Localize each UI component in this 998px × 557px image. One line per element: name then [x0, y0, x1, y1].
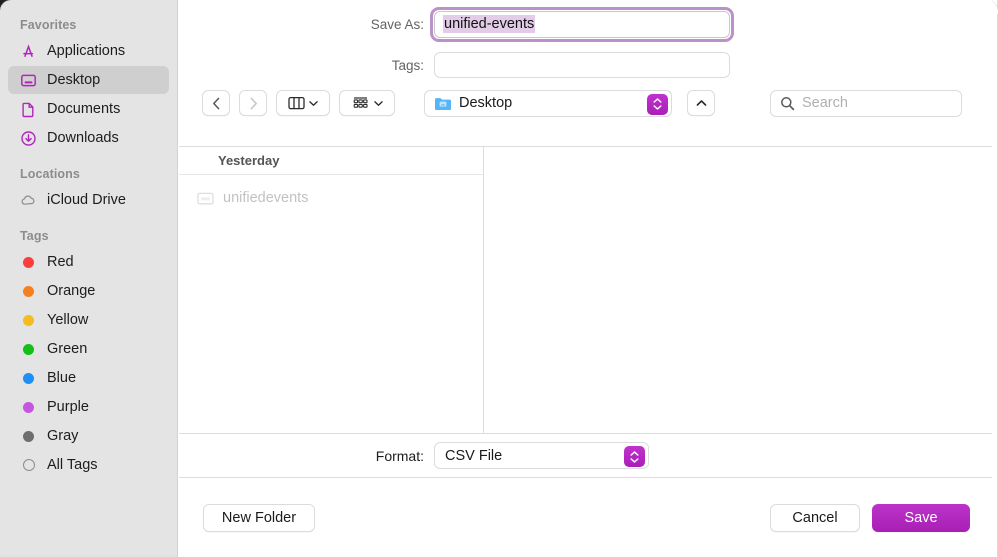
tags-input[interactable]	[434, 52, 730, 78]
sidebar-item-label: Red	[47, 254, 74, 270]
new-folder-button[interactable]: New Folder	[203, 503, 315, 532]
column-view-icon	[288, 96, 305, 110]
tag-dot-icon	[20, 428, 37, 445]
location-popup-button[interactable]: Desktop	[424, 89, 672, 117]
sidebar-item-label: Orange	[47, 283, 96, 299]
sidebar-item-tag-yellow[interactable]: Yellow	[8, 306, 169, 334]
downloads-icon	[20, 130, 37, 147]
save-as-row: Save As: unified-events	[179, 6, 992, 42]
chevron-left-icon	[212, 97, 219, 109]
browser-column-preview[interactable]	[484, 147, 992, 433]
sidebar-item-tag-red[interactable]: Red	[8, 248, 169, 276]
chevron-down-icon	[309, 100, 318, 106]
sidebar-item-label: Downloads	[47, 130, 119, 146]
group-header: Yesterday	[179, 147, 483, 175]
sidebar-corner	[0, 0, 12, 12]
sidebar-item-tag-gray[interactable]: Gray	[8, 422, 169, 450]
sidebar-header-tags: Tags	[20, 229, 49, 243]
format-popup-button[interactable]: CSV File	[434, 442, 649, 469]
tag-dot-icon	[20, 312, 37, 329]
sidebar-header-favorites: Favorites	[20, 18, 77, 32]
icloud-drive-icon	[20, 192, 37, 209]
tag-dot-icon	[20, 370, 37, 387]
sidebar-item-all-tags[interactable]: All Tags	[8, 451, 169, 479]
sidebar-item-documents[interactable]: Documents	[8, 95, 169, 123]
sidebar-item-label: Documents	[47, 101, 121, 117]
save-as-field-wrap: unified-events	[430, 6, 734, 42]
sidebar-item-label: Desktop	[47, 72, 101, 88]
documents-icon	[20, 101, 37, 118]
forward-button[interactable]	[239, 90, 267, 116]
chevron-down-icon	[373, 100, 383, 106]
desktop-icon	[20, 72, 37, 89]
save-button[interactable]: Save	[872, 503, 970, 532]
search-icon	[781, 96, 795, 110]
sidebar: Favorites Applications Desktop Documents	[0, 0, 178, 557]
tag-dot-icon	[20, 254, 37, 271]
dialog-action-bar: New Folder Cancel Save	[179, 478, 992, 557]
tag-dot-icon	[20, 399, 37, 416]
chevron-up-icon	[696, 100, 706, 106]
sidebar-item-label: iCloud Drive	[47, 192, 126, 208]
save-as-input[interactable]: unified-events	[434, 10, 730, 38]
file-browser: Yesterday unifiedevents	[179, 146, 992, 434]
sidebar-item-downloads[interactable]: Downloads	[8, 124, 169, 152]
search-field[interactable]: Search	[770, 89, 962, 117]
sidebar-item-label: Applications	[47, 43, 126, 59]
sidebar-item-label: Yellow	[47, 312, 89, 328]
save-dialog-window: Favorites Applications Desktop Documents	[0, 0, 998, 557]
sidebar-item-label: Green	[47, 341, 88, 357]
format-row: Format: CSV File	[179, 434, 992, 478]
sidebar-item-label: Blue	[47, 370, 77, 386]
format-value: CSV File	[445, 447, 503, 464]
group-by-button[interactable]	[339, 90, 395, 116]
location-label: Desktop	[459, 95, 513, 111]
sidebar-item-label: All Tags	[47, 457, 98, 473]
sidebar-item-tag-purple[interactable]: Purple	[8, 393, 169, 421]
file-name: unifiedevents	[223, 190, 309, 206]
sidebar-item-icloud-drive[interactable]: iCloud Drive	[8, 186, 169, 214]
all-tags-icon	[20, 457, 37, 474]
sidebar-item-tag-blue[interactable]: Blue	[8, 364, 169, 392]
applications-icon	[20, 43, 37, 60]
search-placeholder: Search	[802, 95, 848, 111]
tags-row: Tags:	[179, 49, 992, 81]
desktop-folder-icon	[435, 97, 451, 110]
sidebar-item-label: Purple	[47, 399, 89, 415]
sidebar-item-label: Gray	[47, 428, 79, 444]
tag-dot-icon	[20, 283, 37, 300]
browser-column-primary[interactable]: Yesterday unifiedevents	[179, 147, 484, 433]
cancel-button[interactable]: Cancel	[770, 503, 860, 532]
location-stepper-icon	[647, 93, 668, 115]
chevron-right-icon	[250, 97, 257, 109]
sidebar-item-tag-green[interactable]: Green	[8, 335, 169, 363]
save-as-label: Save As:	[370, 16, 424, 32]
save-as-value: unified-events	[443, 15, 536, 33]
tags-label: Tags:	[391, 57, 424, 73]
group-by-icon	[353, 97, 368, 108]
collapse-button[interactable]	[687, 90, 715, 116]
back-button[interactable]	[202, 90, 230, 116]
format-label: Format:	[375, 447, 424, 464]
sidebar-header-locations: Locations	[20, 167, 80, 181]
save-sheet: Save As: unified-events Tags: Desktop Se…	[179, 0, 992, 557]
sidebar-item-applications[interactable]: Applications	[8, 37, 169, 65]
navigation-toolbar: Desktop Search	[179, 81, 992, 125]
sidebar-item-desktop[interactable]: Desktop	[8, 66, 169, 94]
view-mode-button[interactable]	[276, 90, 330, 116]
format-stepper-icon	[624, 446, 645, 467]
tag-dot-icon	[20, 341, 37, 358]
list-item[interactable]: unifiedevents	[179, 183, 483, 213]
file-icon	[197, 192, 214, 204]
sidebar-item-tag-orange[interactable]: Orange	[8, 277, 169, 305]
